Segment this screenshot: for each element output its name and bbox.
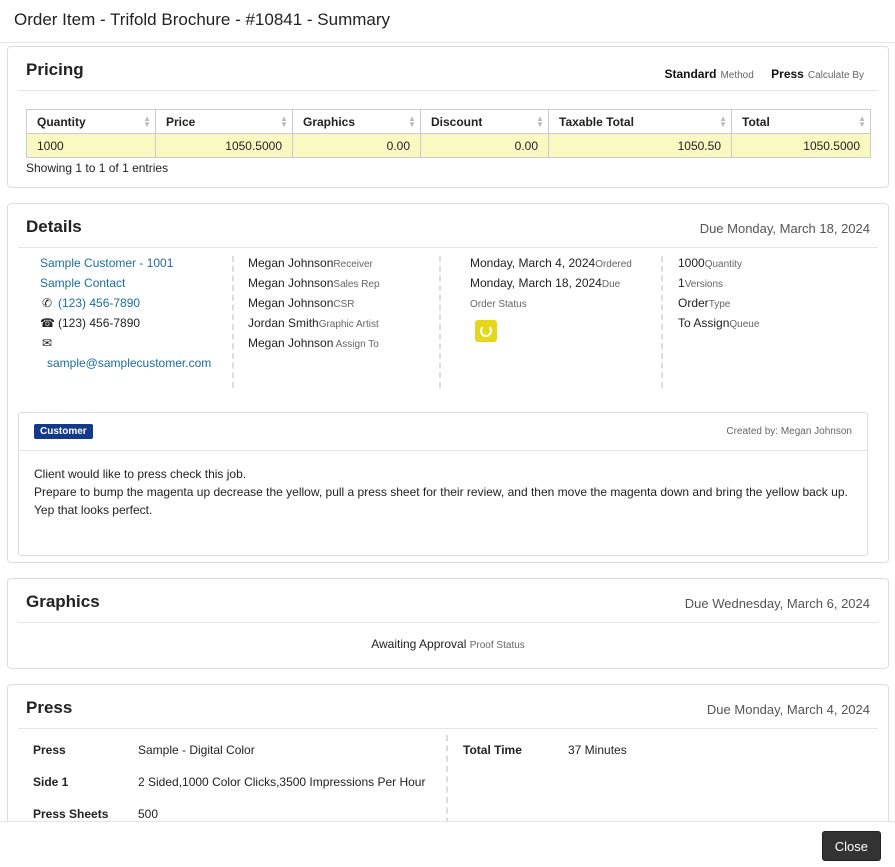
phone-icon: ✆ <box>41 296 53 310</box>
method-label: Method <box>720 70 754 81</box>
queue-info: To AssignQueue <box>678 316 760 330</box>
person-graphic-artist: Jordan SmithGraphic Artist <box>248 316 379 330</box>
details-panel: Details Due Monday, March 18, 2024 Sampl… <box>7 203 889 563</box>
graphics-title: Graphics <box>26 592 100 611</box>
pricing-panel: Pricing Standard Method Press Calculate By… <box>7 46 889 188</box>
divider <box>446 735 448 821</box>
order-info-column: 1000Quantity 1Versions OrderType To Assi… <box>678 256 759 336</box>
col-quantity[interactable]: Quantity ▲ ▼ <box>26 109 156 134</box>
person-receiver: Megan JohnsonReceiver <box>248 256 373 270</box>
method-value: Standard <box>664 67 717 81</box>
email-link[interactable]: sample@samplecustomer.com <box>47 356 211 370</box>
fax-number: (123) 456-7890 <box>58 316 141 330</box>
press-time-row: Total Time 37 Minutes <box>463 743 627 757</box>
col-graphics[interactable]: Graphics ▲ ▼ <box>292 109 421 134</box>
sort-icon: ▲ ▼ <box>280 114 288 129</box>
modal-footer: Close <box>0 821 895 867</box>
quantity-info: 1000Quantity <box>678 256 742 270</box>
calc-label: Calculate By <box>807 70 864 81</box>
dates-column: Monday, March 4, 2024Ordered Monday, Mar… <box>470 256 632 342</box>
calc-value: Press <box>771 67 804 81</box>
proof-status: Awaiting Approval Proof Status <box>371 637 525 651</box>
customer-badge: Customer <box>34 424 93 439</box>
col-total[interactable]: Total ▲ ▼ <box>731 109 871 134</box>
customer-note: Customer Created by: Megan Johnson Clien… <box>18 412 868 556</box>
graphics-panel: Graphics Due Wednesday, March 6, 2024 Aw… <box>7 578 889 669</box>
table-row[interactable]: 1000 1050.5000 0.00 0.00 1050.50 1050.50… <box>26 133 871 158</box>
cell-price: 1050.5000 <box>155 133 293 158</box>
col-discount[interactable]: Discount ▲ ▼ <box>420 109 549 134</box>
pricing-meta: Standard Method Press Calculate By <box>650 67 864 81</box>
graphics-due: Due Wednesday, March 6, 2024 <box>684 596 870 611</box>
phone-link[interactable]: (123) 456-7890 <box>58 296 140 310</box>
person-assign-to: Megan Johnson Assign To <box>248 336 379 350</box>
ordered-date: Monday, March 4, 2024Ordered <box>470 256 632 270</box>
details-title: Details <box>26 217 82 236</box>
col-price[interactable]: Price ▲ ▼ <box>155 109 293 134</box>
divider <box>232 256 234 388</box>
type-info: OrderType <box>678 296 731 310</box>
divider <box>661 256 663 388</box>
sort-icon: ▲ ▼ <box>858 114 866 129</box>
divider <box>439 256 441 388</box>
modal-title: Order Item - Trifold Brochure - #10841 -… <box>14 10 391 29</box>
press-due: Due Monday, March 4, 2024 <box>706 702 870 717</box>
order-status-label: Order Status <box>470 299 527 310</box>
pricing-table: Quantity ▲ ▼ Price ▲ ▼ Graphics ▲ ▼ Discount ▲ ▼… <box>26 109 871 158</box>
versions-info: 1Versions <box>678 276 724 290</box>
press-sheets-row: Press Sheets 500 <box>33 807 159 821</box>
press-name-row: Press Sample - Digital Color <box>33 743 255 757</box>
sort-icon: ▲ ▼ <box>719 114 727 129</box>
cell-quantity: 1000 <box>26 133 156 158</box>
note-body: Client would like to press check this jo… <box>34 467 848 517</box>
press-panel: Press Due Monday, March 4, 2024 Press Sam… <box>7 684 889 821</box>
fax-icon: ☎ <box>40 316 55 330</box>
people-column: Megan JohnsonReceiver Megan JohnsonSales… <box>248 256 380 356</box>
pricing-title: Pricing <box>26 60 84 79</box>
order-status-icon[interactable] <box>475 320 497 342</box>
details-due: Due Monday, March 18, 2024 <box>699 221 870 236</box>
created-by: Created by: Megan Johnson <box>726 426 852 437</box>
person-sales-rep: Megan JohnsonSales Rep <box>248 276 380 290</box>
press-title: Press <box>26 698 73 717</box>
modal-body[interactable]: Pricing Standard Method Press Calculate By… <box>0 43 895 821</box>
cell-discount: 0.00 <box>420 133 549 158</box>
press-side-row: Side 12 Sided,1000 Color Clicks,3500 Imp… <box>33 775 426 789</box>
close-button[interactable]: Close <box>821 831 881 861</box>
showing-entries: Showing 1 to 1 of 1 entries <box>26 161 169 175</box>
customer-column: Sample Customer - 1001 Sample Contact ✆ (… <box>40 256 211 376</box>
cell-total: 1050.5000 <box>731 133 871 158</box>
contact-link[interactable]: Sample Contact <box>40 276 211 296</box>
person-csr: Megan JohnsonCSR <box>248 296 355 310</box>
cell-taxable-total: 1050.50 <box>548 133 732 158</box>
modal-header: Order Item - Trifold Brochure - #10841 -… <box>0 0 895 43</box>
customer-link[interactable]: Sample Customer - 1001 <box>40 256 211 276</box>
sort-icon: ▲ ▼ <box>143 114 151 129</box>
sort-icon: ▲ ▼ <box>536 114 544 129</box>
envelope-icon: ✉ <box>41 336 53 350</box>
due-date: Monday, March 18, 2024Due <box>470 276 621 290</box>
col-taxable-total[interactable]: Taxable Total ▲ ▼ <box>548 109 732 134</box>
cell-graphics: 0.00 <box>292 133 421 158</box>
sort-icon: ▲ ▼ <box>408 114 416 129</box>
